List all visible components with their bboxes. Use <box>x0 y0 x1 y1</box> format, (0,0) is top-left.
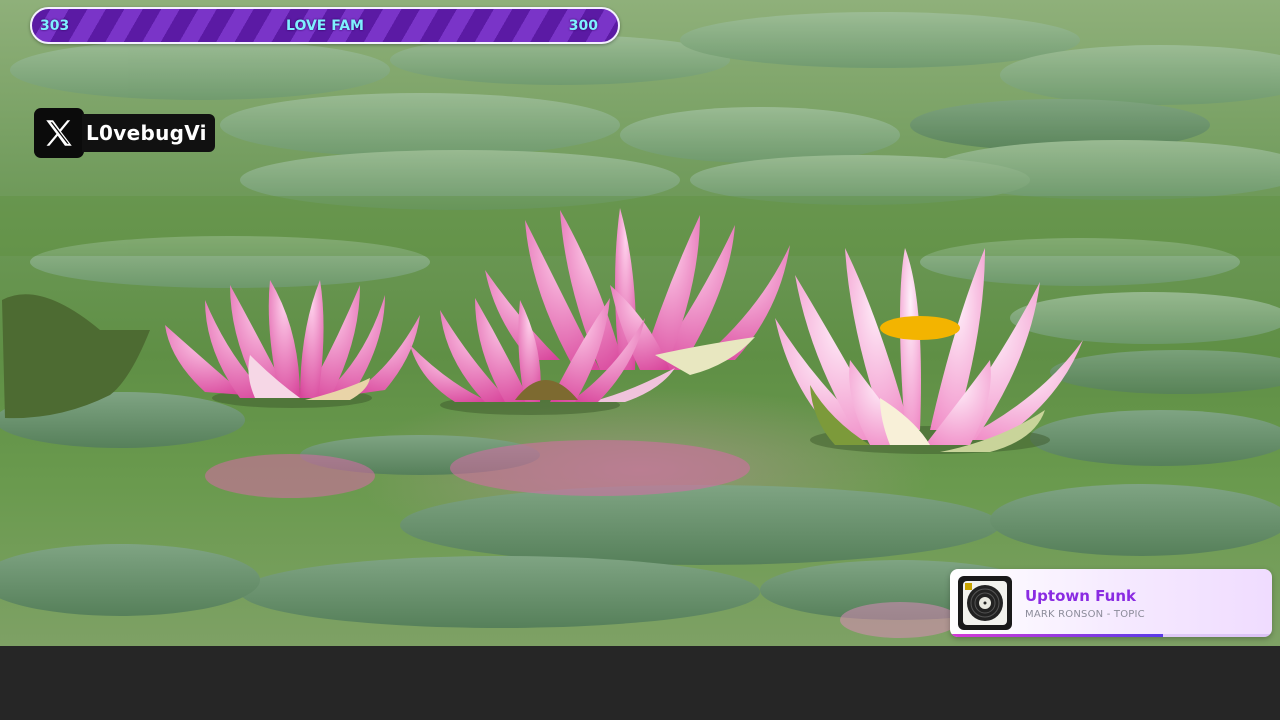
social-handle-tag: L0vebugVi <box>34 108 226 158</box>
social-handle-text: L0vebugVi <box>82 114 215 152</box>
goal-target-count: 300 <box>568 17 598 34</box>
goal-title: LOVE FAM <box>286 17 364 34</box>
now-playing-card: Uptown Funk MARK RONSON - TOPIC <box>950 569 1272 637</box>
song-progress-fill <box>950 634 1163 637</box>
bottom-letterbox-bar <box>0 646 1280 720</box>
song-progress-track <box>950 634 1272 637</box>
background-pond-image <box>0 0 1280 646</box>
goal-progress-bar: 303 LOVE FAM 300 <box>30 7 620 44</box>
x-logo-icon <box>34 108 84 158</box>
vinyl-record-icon <box>958 576 1012 630</box>
goal-current-count: 303 <box>40 17 70 34</box>
song-artist: MARK RONSON - TOPIC <box>1025 609 1145 620</box>
pond-illustration <box>0 12 1280 638</box>
song-title: Uptown Funk <box>1025 587 1136 605</box>
